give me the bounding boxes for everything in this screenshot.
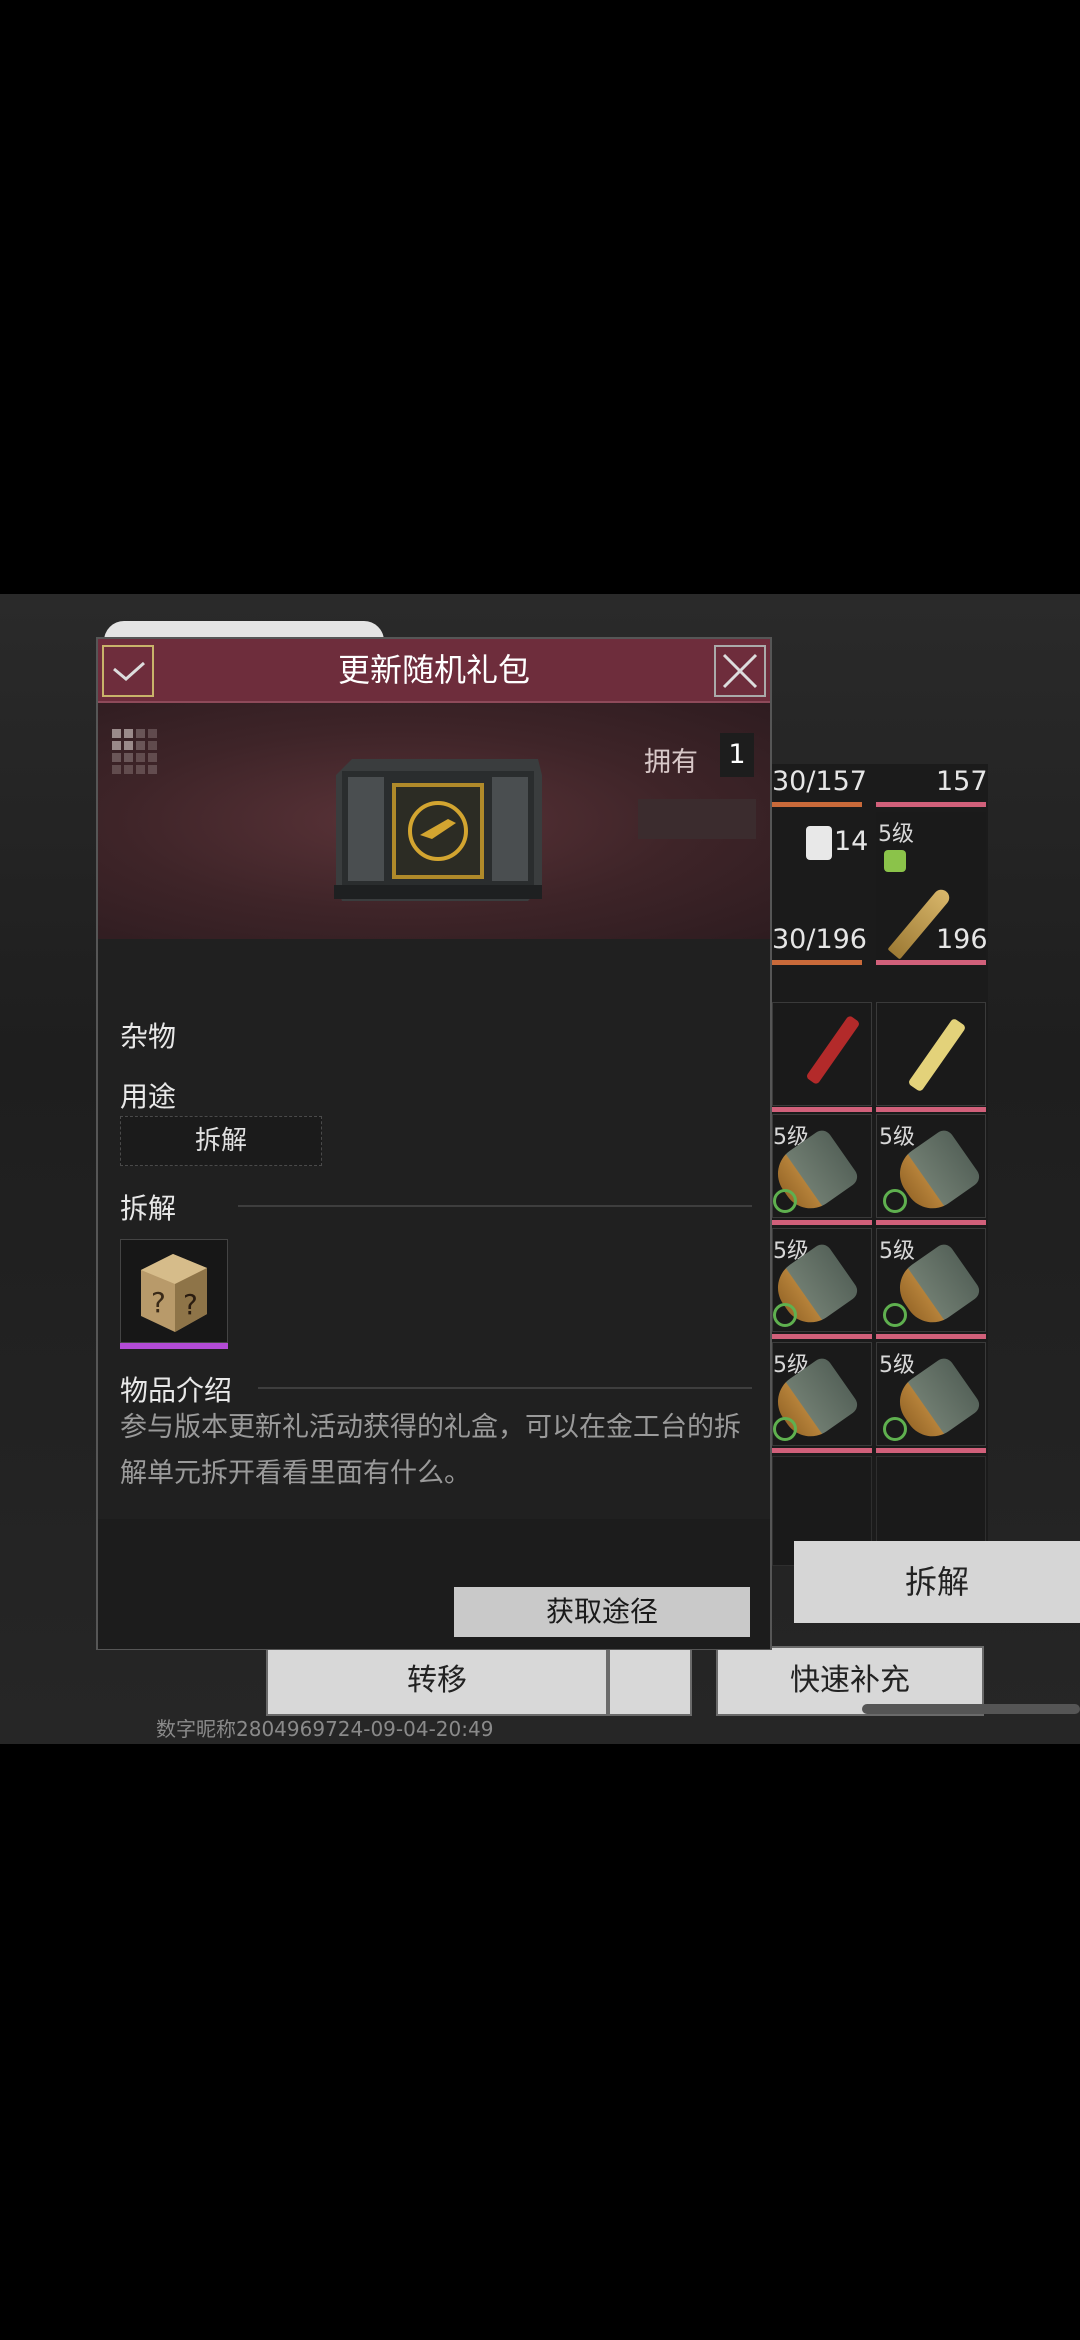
ammo-slot-rifle[interactable]: 5级 196 bbox=[876, 812, 988, 960]
supply-crate-icon bbox=[334, 759, 542, 901]
ammo-bar bbox=[876, 1107, 986, 1112]
mystery-dice-icon: ? ? bbox=[141, 1254, 207, 1332]
ammo-top-right-count: 157 bbox=[936, 766, 988, 797]
item-description: 参与版本更新礼活动获得的礼盒，可以在金工台的拆解单元拆开看看里面有什么。 bbox=[120, 1412, 741, 1489]
ammo-slot-rocket[interactable] bbox=[876, 1002, 986, 1106]
ammo-slot-grenade[interactable]: 5级 bbox=[766, 1114, 872, 1220]
ammo-slot-grenade[interactable]: 5级 bbox=[766, 1342, 872, 1448]
ammo-bar bbox=[772, 802, 862, 807]
item-banner bbox=[98, 703, 770, 939]
check-icon bbox=[113, 661, 145, 681]
ammo-bar bbox=[772, 1448, 872, 1453]
transfer-button-label: 转移 bbox=[407, 1663, 467, 1698]
owned-label: 拥有 bbox=[644, 747, 698, 778]
ammo-top-left-count: 30/157 bbox=[772, 766, 867, 797]
rarity-bar bbox=[120, 1343, 228, 1349]
ammo-count: 196 bbox=[936, 924, 988, 955]
close-icon bbox=[722, 653, 758, 689]
ammo-count-badge: 14 bbox=[834, 826, 869, 857]
upgrade-icon bbox=[884, 850, 906, 872]
ammo-bar bbox=[876, 1448, 986, 1453]
ammo-bar bbox=[772, 1334, 872, 1339]
dismantle-result-slot[interactable]: ? ? bbox=[120, 1239, 228, 1343]
usage-label: 用途 bbox=[120, 1080, 177, 1113]
owned-count-box bbox=[638, 799, 756, 839]
svg-text:?: ? bbox=[183, 1288, 198, 1321]
quick-refill-button-label: 快速补充 bbox=[790, 1663, 910, 1698]
ammo-slot-grenade[interactable]: 5级 bbox=[876, 1114, 986, 1220]
ammo-row-top-right: 157 bbox=[936, 766, 988, 797]
ammo-slot-grenade[interactable]: 5级 bbox=[876, 1228, 986, 1334]
ammo-bar bbox=[876, 960, 986, 965]
transfer-option-button[interactable] bbox=[608, 1646, 692, 1716]
status-ring-icon bbox=[883, 1189, 907, 1213]
ammo-bar bbox=[772, 1220, 872, 1225]
dismantle-button[interactable]: 拆解 bbox=[794, 1541, 1080, 1623]
item-intro-label: 物品介绍 bbox=[120, 1374, 233, 1407]
dismantle-usage-button[interactable]: 拆解 bbox=[120, 1116, 322, 1166]
watermark-text: 数字昵称2804969724-09-04-20:49 bbox=[156, 1717, 494, 1741]
ammo-level: 5级 bbox=[878, 822, 914, 847]
rocket-icon bbox=[907, 1017, 967, 1093]
ammo-bar bbox=[876, 1220, 986, 1225]
ammo-left-total: 30/196 bbox=[772, 924, 867, 955]
ammo-bar bbox=[772, 1107, 872, 1112]
ammo-level: 5级 bbox=[879, 1353, 915, 1378]
grid-icon[interactable] bbox=[112, 729, 160, 777]
ammo-level: 5级 bbox=[879, 1125, 915, 1150]
status-ring-icon bbox=[773, 1189, 797, 1213]
close-button[interactable] bbox=[714, 645, 766, 697]
transfer-button[interactable]: 转移 bbox=[266, 1646, 608, 1716]
item-detail-dialog: 更新随机礼包 拥有 1 杂物 用途 拆解 拆解 ? ? 物品介绍 参与版本更新礼… bbox=[96, 637, 772, 1650]
ammo-level: 5级 bbox=[879, 1239, 915, 1264]
section-divider bbox=[258, 1387, 752, 1389]
status-ring-icon bbox=[883, 1303, 907, 1327]
status-ring-icon bbox=[773, 1417, 797, 1441]
dismantle-section-label: 拆解 bbox=[120, 1192, 177, 1225]
rocket-icon bbox=[805, 1014, 861, 1086]
ammo-slot-rocket[interactable] bbox=[772, 1002, 872, 1106]
ammo-bar bbox=[772, 960, 862, 965]
svg-text:?: ? bbox=[151, 1286, 166, 1319]
dialog-header: 更新随机礼包 bbox=[98, 639, 770, 703]
ammo-bar bbox=[876, 1334, 986, 1339]
ammo-slot-grenade[interactable]: 5级 bbox=[766, 1228, 872, 1334]
magazine-icon bbox=[806, 826, 832, 860]
dialog-title: 更新随机礼包 bbox=[337, 651, 530, 689]
ammo-bar bbox=[876, 802, 986, 807]
owned-count: 1 bbox=[720, 733, 754, 777]
ammo-row-top-left: 30/157 bbox=[772, 766, 867, 797]
scrollbar[interactable] bbox=[862, 1704, 1080, 1714]
ammo-slot-grenade[interactable]: 5级 bbox=[876, 1342, 986, 1448]
status-ring-icon bbox=[773, 1303, 797, 1327]
acquire-route-button[interactable]: 获取途径 bbox=[454, 1587, 750, 1637]
status-ring-icon bbox=[883, 1417, 907, 1441]
item-category: 杂物 bbox=[120, 1020, 177, 1053]
section-divider bbox=[238, 1205, 752, 1207]
confirm-button[interactable] bbox=[102, 645, 154, 697]
